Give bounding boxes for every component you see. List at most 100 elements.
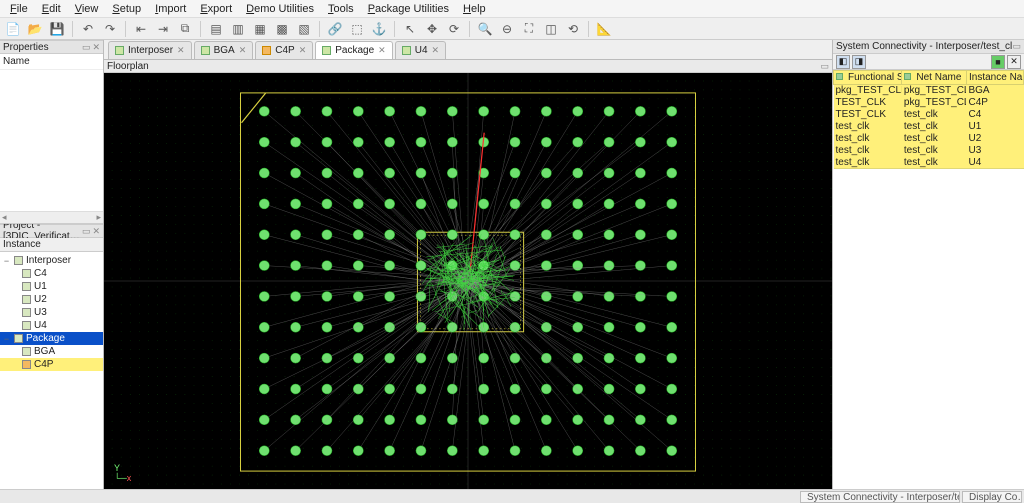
- unlink-icon[interactable]: ⬚: [348, 20, 366, 38]
- tree-node-u1[interactable]: U1: [0, 280, 103, 293]
- status-display-button[interactable]: Display Co…: [962, 491, 1022, 503]
- menu-import[interactable]: Import: [149, 1, 192, 17]
- floorplan-canvas[interactable]: Y└─x: [104, 73, 832, 489]
- sc-highlight-button[interactable]: ■: [991, 55, 1005, 69]
- redo-icon[interactable]: ↷: [101, 20, 119, 38]
- main-area: Properties ▭✕ Name ◂ ▸ Project - [3DIC_V…: [0, 40, 1024, 489]
- sc-x-button[interactable]: ✕: [1007, 55, 1021, 69]
- tab-c4p[interactable]: C4P✕: [255, 41, 313, 59]
- tree-expander-icon[interactable]: −: [2, 256, 11, 266]
- toolbar-separator: [394, 21, 395, 37]
- col-net-name[interactable]: Net Name: [902, 71, 967, 85]
- menu-export[interactable]: Export: [194, 1, 238, 17]
- menu-help[interactable]: Help: [457, 1, 492, 17]
- tree-node-interposer[interactable]: −Interposer: [0, 254, 103, 267]
- properties-header: Properties ▭✕: [0, 40, 103, 54]
- panel-pin-icon[interactable]: ▭: [82, 226, 91, 237]
- sc-filter-button[interactable]: ◨: [852, 55, 866, 69]
- tab-close-icon[interactable]: ✕: [177, 45, 185, 56]
- project-instance-label: Instance: [0, 238, 103, 252]
- menu-package-utilities[interactable]: Package Utilities: [362, 1, 455, 17]
- tree-node-u2[interactable]: U2: [0, 293, 103, 306]
- arrow-right-icon[interactable]: ⇥: [154, 20, 172, 38]
- col-instance-name[interactable]: Instance Nam: [966, 71, 1023, 85]
- open-icon[interactable]: 📂: [26, 20, 44, 38]
- properties-scroll-footer: ◂ ▸: [0, 211, 103, 223]
- anchor-icon[interactable]: ⚓: [370, 20, 388, 38]
- panel-close-icon[interactable]: ✕: [92, 226, 100, 237]
- table-row[interactable]: test_clktest_clkU3: [834, 145, 1024, 157]
- rotate-icon[interactable]: ⟳: [445, 20, 463, 38]
- table-row[interactable]: TEST_CLKpkg_TEST_CLKC4P: [834, 97, 1024, 109]
- tree-node-package[interactable]: −Package: [0, 332, 103, 345]
- move-icon[interactable]: ✥: [423, 20, 441, 38]
- scroll-right-icon[interactable]: ▸: [96, 212, 101, 223]
- pointer-icon[interactable]: ↖: [401, 20, 419, 38]
- tab-close-icon[interactable]: ✕: [378, 45, 386, 56]
- tab-bga[interactable]: BGA✕: [194, 41, 254, 59]
- tree-node-c4p[interactable]: C4P: [0, 358, 103, 371]
- stack-icon[interactable]: ▧: [295, 20, 313, 38]
- tree-node-icon: [22, 360, 31, 369]
- save-icon[interactable]: 💾: [48, 20, 66, 38]
- menubar: FileEditViewSetupImportExportDemo Utilit…: [0, 0, 1024, 18]
- arrow-left-icon[interactable]: ⇤: [132, 20, 150, 38]
- link-icon[interactable]: 🔗: [326, 20, 344, 38]
- tree-expander-icon[interactable]: −: [2, 334, 11, 344]
- menu-tools[interactable]: Tools: [322, 1, 360, 17]
- status-connectivity-button[interactable]: System Connectivity - Interposer/tes…: [800, 491, 960, 503]
- align-right-icon[interactable]: ▦: [251, 20, 269, 38]
- tree-node-u3[interactable]: U3: [0, 306, 103, 319]
- connectivity-table[interactable]: Functional Signal Net Name Instance Nam …: [833, 70, 1024, 169]
- zoom-sel-icon[interactable]: ◫: [542, 20, 560, 38]
- measure-icon[interactable]: 📐: [595, 20, 613, 38]
- project-tree[interactable]: −InterposerC4U1U2U3U4−PackageBGAC4P: [0, 252, 103, 489]
- table-row[interactable]: pkg_TEST_CLKpkg_TEST_CLKBGA: [834, 85, 1024, 97]
- property-row-name: Name: [0, 54, 103, 70]
- col-functional-signal[interactable]: Functional Signal: [834, 71, 902, 85]
- table-row[interactable]: TEST_CLKtest_clkC4: [834, 109, 1024, 121]
- tree-node-bga[interactable]: BGA: [0, 345, 103, 358]
- refresh-icon[interactable]: ⟲: [564, 20, 582, 38]
- sc-pin-button[interactable]: ◧: [836, 55, 850, 69]
- menu-file[interactable]: File: [4, 1, 34, 17]
- align-left-icon[interactable]: ▤: [207, 20, 225, 38]
- tree-node-icon: [22, 295, 31, 304]
- tree-node-u4[interactable]: U4: [0, 319, 103, 332]
- tab-close-icon[interactable]: ✕: [239, 45, 247, 56]
- connectivity-title: System Connectivity - Interposer/test_cl…: [833, 40, 1024, 54]
- tree-node-label: U1: [34, 281, 47, 292]
- scroll-left-icon[interactable]: ◂: [2, 212, 7, 223]
- table-row[interactable]: test_clktest_clkU1: [834, 121, 1024, 133]
- tree-node-label: BGA: [34, 346, 55, 357]
- panel-pin-icon[interactable]: ▭: [82, 42, 91, 53]
- menu-view[interactable]: View: [69, 1, 105, 17]
- distribute-icon[interactable]: ▩: [273, 20, 291, 38]
- panel-max-icon[interactable]: ▭: [1012, 41, 1021, 51]
- tab-icon: [262, 46, 271, 55]
- panel-max-icon[interactable]: ▭: [820, 61, 829, 71]
- new-icon[interactable]: 📄: [4, 20, 22, 38]
- tab-interposer[interactable]: Interposer✕: [108, 41, 192, 59]
- tab-package[interactable]: Package✕: [315, 41, 392, 59]
- zoom-fit-icon[interactable]: ⛶: [520, 20, 538, 38]
- table-row[interactable]: test_clktest_clkU4: [834, 157, 1024, 169]
- align-center-icon[interactable]: ▥: [229, 20, 247, 38]
- properties-panel: Name ◂ ▸: [0, 54, 103, 224]
- undo-icon[interactable]: ↶: [79, 20, 97, 38]
- menu-setup[interactable]: Setup: [106, 1, 147, 17]
- tab-close-icon[interactable]: ✕: [432, 45, 440, 56]
- table-row[interactable]: test_clktest_clkU2: [834, 133, 1024, 145]
- zoom-out-icon[interactable]: ⊖: [498, 20, 516, 38]
- zoom-in-icon[interactable]: 🔍: [476, 20, 494, 38]
- tab-icon: [115, 46, 124, 55]
- snapshot-icon[interactable]: ⧉: [176, 20, 194, 38]
- menu-demo-utilities[interactable]: Demo Utilities: [240, 1, 320, 17]
- tab-u4[interactable]: U4✕: [395, 41, 446, 59]
- menu-edit[interactable]: Edit: [36, 1, 67, 17]
- connectivity-empty-area: [833, 169, 1024, 489]
- panel-close-icon[interactable]: ✕: [92, 42, 100, 53]
- properties-title: Properties: [3, 42, 49, 53]
- tab-close-icon[interactable]: ✕: [299, 45, 307, 56]
- tree-node-c4[interactable]: C4: [0, 267, 103, 280]
